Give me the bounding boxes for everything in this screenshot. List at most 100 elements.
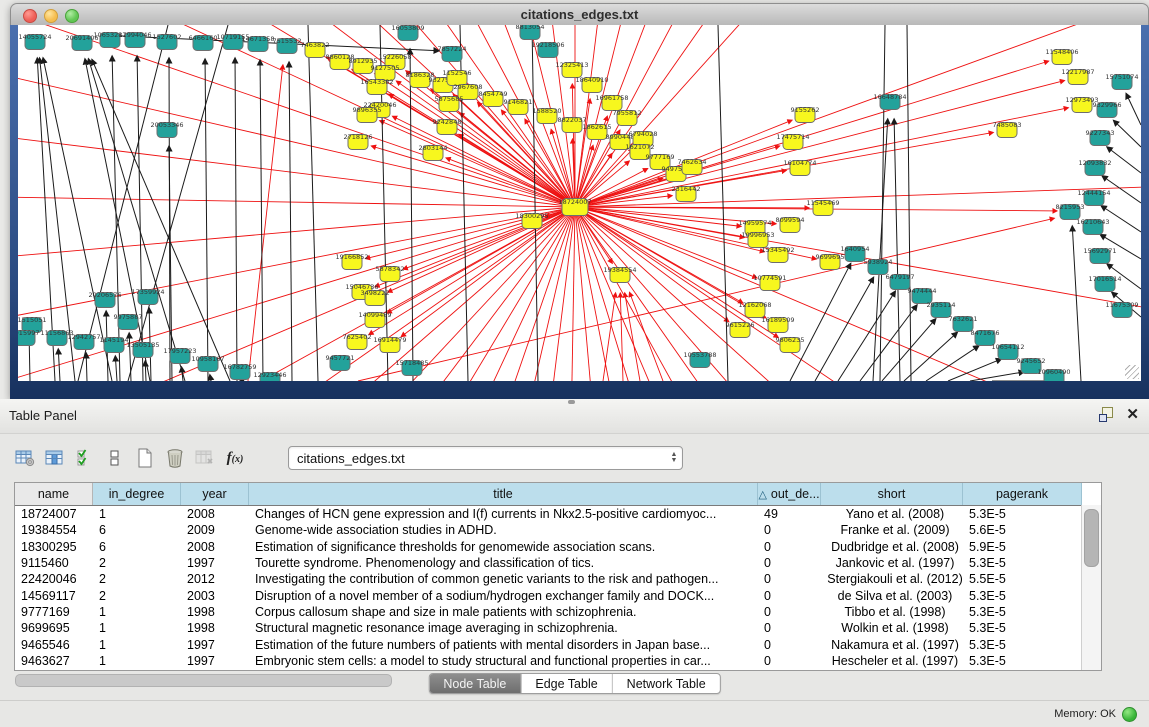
table-cell: 1 xyxy=(93,654,181,668)
table-cell: 9777169 xyxy=(15,605,93,619)
table-row[interactable]: 2242004622012Investigating the contribut… xyxy=(15,571,1101,587)
memory-status-icon[interactable] xyxy=(1122,707,1137,722)
table-cell: 6 xyxy=(93,540,181,554)
window-titlebar[interactable]: citations_edges.txt xyxy=(10,3,1149,27)
table-row[interactable]: 1830029562008Estimation of significance … xyxy=(15,539,1101,555)
graph-node-label: 19166852 xyxy=(335,253,368,261)
table-cell: 5.6E-5 xyxy=(963,523,1082,537)
column-header-pagerank[interactable]: pagerank xyxy=(963,483,1082,505)
graph-node-label: 15345492 xyxy=(761,246,794,254)
network-frame: 1405572420691406106532871199404615276026… xyxy=(10,25,1149,399)
graph-node-label: 8471676 xyxy=(971,329,1000,337)
table-cell: Wolkin et al. (1998) xyxy=(821,621,963,635)
graph-node-label: 9127505 xyxy=(371,64,400,72)
column-header-title[interactable]: title xyxy=(249,483,758,505)
graph-node-label: 1588520 xyxy=(533,107,562,115)
table-cell: 1998 xyxy=(181,621,249,635)
vertical-scrollbar[interactable] xyxy=(1081,505,1101,670)
graph-node-label: 12444154 xyxy=(1077,189,1110,197)
table-cell: de Silva et al. (2003) xyxy=(821,589,963,603)
table-cell: 5.3E-5 xyxy=(963,589,1082,603)
splitter-handle[interactable] xyxy=(568,400,575,404)
horizontal-scrollbar-thumb[interactable] xyxy=(15,674,392,687)
table-cell: 2 xyxy=(93,572,181,586)
graph-node-label: 1621072 xyxy=(626,143,655,151)
table-cell: Tibbo et al. (1998) xyxy=(821,605,963,619)
column-header-in-degree[interactable]: in_degree xyxy=(93,483,181,505)
table-cell: Stergiakouli et al. (2012) xyxy=(821,572,963,586)
table-row[interactable]: 977716911998Corpus callosum shape and si… xyxy=(15,604,1101,620)
citation-graph[interactable]: 1405572420691406106532871199404615276026… xyxy=(18,25,1141,381)
graph-node-label: 11545469 xyxy=(806,199,839,207)
column-header-name[interactable]: name xyxy=(15,483,93,505)
table-row[interactable]: 911546021997Tourette syndrome. Phenomeno… xyxy=(15,555,1101,571)
new-table-icon[interactable] xyxy=(132,445,158,471)
table-row[interactable]: 946362711997Embryonic stem cells: a mode… xyxy=(15,653,1101,669)
graph-node-label: 9457721 xyxy=(326,354,355,362)
float-panel-icon[interactable] xyxy=(1099,407,1114,422)
graph-node-label: 9699695 xyxy=(816,253,845,261)
graph-node-label: 5938924 xyxy=(864,258,893,266)
graph-node-label: 12325413 xyxy=(555,61,588,69)
graph-node-label: 10774591 xyxy=(753,274,786,282)
network-canvas[interactable]: 1405572420691406106532871199404615276026… xyxy=(18,25,1141,381)
delete-table-icon[interactable] xyxy=(162,445,188,471)
graph-node-label: 16053809 xyxy=(391,25,424,32)
graph-node-label: 1862615 xyxy=(583,123,612,131)
select-columns-icon[interactable] xyxy=(42,445,68,471)
table-cell: 5.3E-5 xyxy=(963,638,1082,652)
graph-node-label: 7462634 xyxy=(678,158,707,166)
destroy-table-icon[interactable] xyxy=(192,445,218,471)
table-row[interactable]: 1456911722003Disruption of a novel membe… xyxy=(15,587,1101,603)
table-settings-icon[interactable] xyxy=(12,445,38,471)
table-bottom-band: Node Table Edge Table Network Table xyxy=(0,672,1149,696)
table-rows: 1872400712008Changes of HCN gene express… xyxy=(15,506,1101,670)
table-cell: 5.5E-5 xyxy=(963,572,1082,586)
window-resize-grip[interactable] xyxy=(1125,365,1139,379)
table-cell: 1997 xyxy=(181,638,249,652)
table-row[interactable]: 1872400712008Changes of HCN gene express… xyxy=(15,506,1101,522)
tab-network-table[interactable]: Network Table xyxy=(612,674,720,693)
graph-node-label: 10654112 xyxy=(991,343,1024,351)
table-cell: Nakamura et al. (1997) xyxy=(821,638,963,652)
table-cell: 2003 xyxy=(181,589,249,603)
table-cell: 0 xyxy=(758,621,821,635)
table-cell: 9463627 xyxy=(15,654,93,668)
table-cell: 0 xyxy=(758,572,821,586)
column-header-year[interactable]: year xyxy=(181,483,249,505)
table-cell: 0 xyxy=(758,654,821,668)
network-table-select[interactable]: citations_edges.txt ▲▼ xyxy=(288,446,683,470)
graph-node-label: 9227343 xyxy=(1086,129,1115,137)
tab-edge-table[interactable]: Edge Table xyxy=(520,674,611,693)
application-root: citations_edges.txt 14055724206914061065… xyxy=(0,0,1149,727)
memory-status-label: Memory: OK xyxy=(1054,708,1116,720)
graph-node-label: 17957223 xyxy=(163,347,196,355)
row-height-icon[interactable] xyxy=(102,445,128,471)
table-cell: 9115460 xyxy=(15,556,93,570)
column-header-short[interactable]: short xyxy=(821,483,963,505)
table-type-tabs: Node Table Edge Table Network Table xyxy=(428,673,720,694)
vertical-scrollbar-thumb[interactable] xyxy=(1084,509,1099,567)
function-builder-icon[interactable]: f(x) xyxy=(222,445,248,471)
table-cell: 5.3E-5 xyxy=(963,654,1082,668)
graph-node-label: 1527602 xyxy=(153,33,182,41)
table-row[interactable]: 969969511998Structural magnetic resonanc… xyxy=(15,620,1101,636)
graph-node-label: 9777169 xyxy=(646,153,675,161)
table-cell: Dudbridge et al. (2008) xyxy=(821,540,963,554)
column-header-out-degree[interactable]: △out_de... xyxy=(758,483,821,505)
select-all-checkmarks-icon[interactable] xyxy=(72,445,98,471)
table-cell: 6 xyxy=(93,523,181,537)
table-cell: 18300295 xyxy=(15,540,93,554)
graph-node-label: 7625402 xyxy=(343,333,372,341)
close-panel-icon[interactable]: ✕ xyxy=(1126,407,1139,422)
table-row[interactable]: 1938455462009Genome-wide association stu… xyxy=(15,522,1101,538)
table-row[interactable]: 946554611997Estimation of the future num… xyxy=(15,636,1101,652)
table-cell: 2009 xyxy=(181,523,249,537)
graph-node-label: 9896355 xyxy=(353,106,382,114)
table-cell: 0 xyxy=(758,638,821,652)
graph-node-label: 10958167 xyxy=(191,355,224,363)
tab-node-table[interactable]: Node Table xyxy=(429,674,520,693)
graph-node-label: 19384554 xyxy=(603,266,636,274)
network-table-select-value: citations_edges.txt xyxy=(289,451,666,466)
graph-node-label: 20053346 xyxy=(150,121,183,129)
